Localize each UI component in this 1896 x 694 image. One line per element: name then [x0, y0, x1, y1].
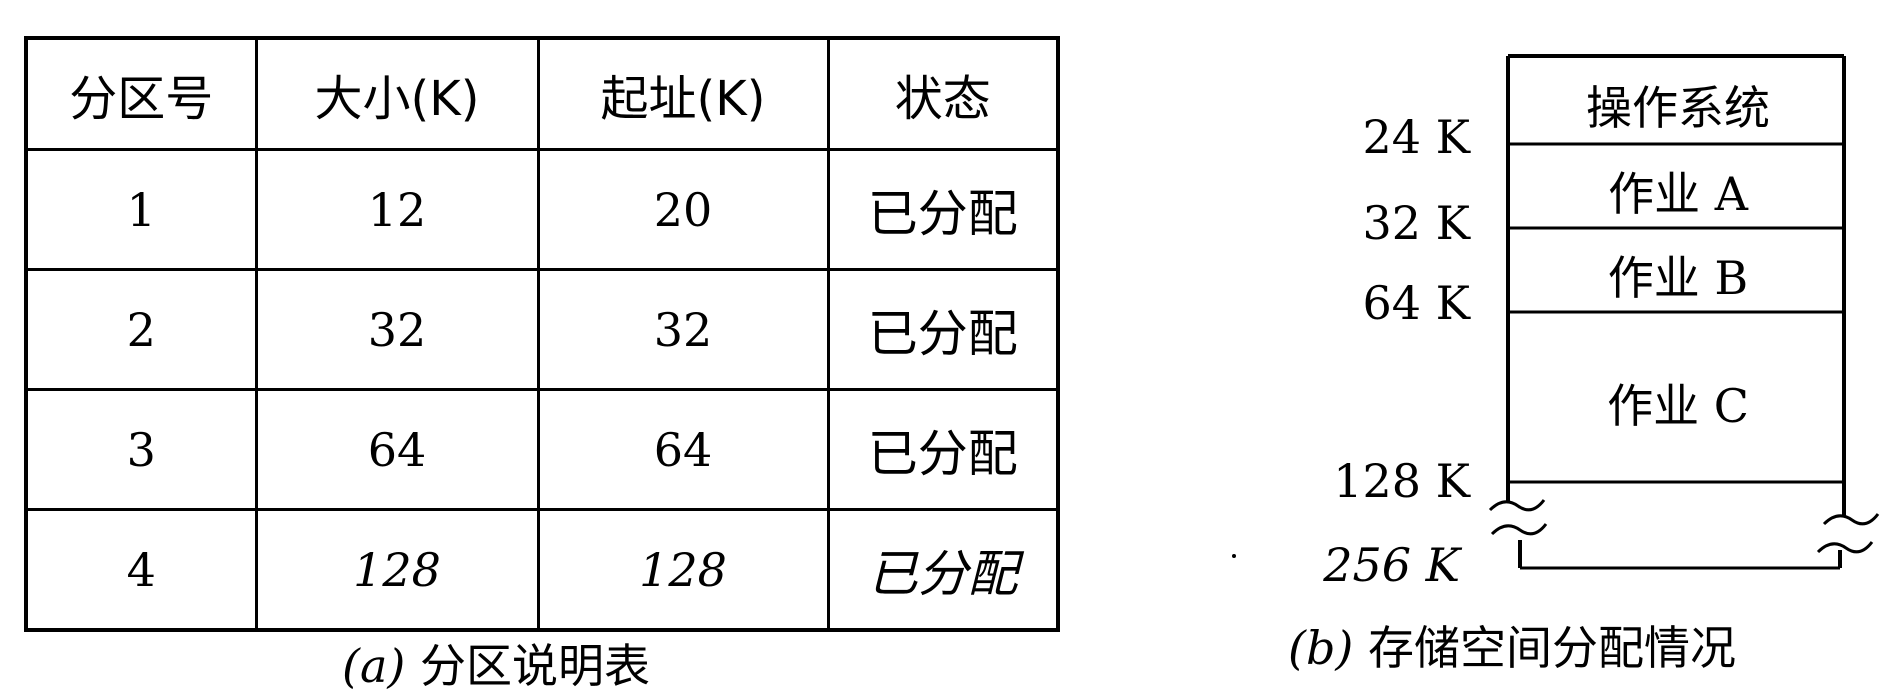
column-header-start: 起址(K): [536, 36, 830, 151]
cell-start: 20: [536, 148, 830, 271]
cell-start: 64: [536, 388, 830, 511]
cell-status: 已分配: [826, 148, 1060, 271]
table-caption: (a) 分区说明表: [342, 630, 650, 694]
block-job-c-suffix: C: [1713, 379, 1749, 433]
break-mark-left-lower: [1490, 523, 1548, 536]
block-os: 操作系统: [1508, 72, 1848, 138]
table-caption-text: 分区说明表: [419, 639, 650, 693]
table-caption-tag: (a): [342, 639, 406, 693]
block-job-b: 作业 B: [1508, 242, 1848, 308]
address-label: 24 K: [1362, 110, 1470, 164]
cell-size: 12: [254, 148, 540, 271]
cell-partition-no: 3: [24, 388, 258, 511]
stray-dot: [1232, 554, 1236, 558]
block-job-a-suffix: A: [1714, 167, 1748, 221]
table-row: 4 128 128 已分配: [24, 508, 1060, 632]
partition-table-wrapper: 分区号 大小(K) 起址(K) 状态 1 12 20 已分配 2 32 32 已: [24, 36, 1060, 632]
cell-size: 128: [254, 508, 540, 632]
block-job-a-label: 作业: [1608, 167, 1701, 221]
diagram-caption-tag: (b): [1288, 621, 1354, 675]
block-os-label: 操作系统: [1586, 81, 1770, 135]
cell-partition-no: 1: [24, 148, 258, 271]
block-job-c-label: 作业: [1607, 379, 1700, 433]
cell-start: 128: [536, 508, 830, 632]
cell-status: 已分配: [826, 508, 1060, 632]
table-row: 2 32 32 已分配: [24, 268, 1060, 391]
address-label: 256 K: [1323, 538, 1460, 592]
address-label: 128 K: [1333, 454, 1470, 508]
block-job-b-suffix: B: [1714, 251, 1749, 305]
column-header-size: 大小(K): [254, 36, 540, 151]
table-row: 3 64 64 已分配: [24, 388, 1060, 511]
diagram-caption: (b) 存储空间分配情况: [1288, 612, 1736, 678]
cell-partition-no: 4: [24, 508, 258, 632]
column-header-partition-no: 分区号: [24, 36, 258, 151]
break-mark-right-lower: [1816, 541, 1874, 554]
block-job-a: 作业 A: [1508, 158, 1848, 224]
column-header-status: 状态: [826, 36, 1060, 151]
cell-status: 已分配: [826, 268, 1060, 391]
cell-size: 32: [254, 268, 540, 391]
address-label: 64 K: [1362, 276, 1470, 330]
block-job-b-label: 作业: [1607, 251, 1700, 305]
cell-status: 已分配: [826, 388, 1060, 511]
partition-table: 分区号 大小(K) 起址(K) 状态 1 12 20 已分配 2 32 32 已: [24, 36, 1060, 632]
figure: 分区号 大小(K) 起址(K) 状态 1 12 20 已分配 2 32 32 已: [0, 0, 1896, 694]
break-mark-left-upper: [1488, 499, 1546, 512]
table-header-row: 分区号 大小(K) 起址(K) 状态: [24, 36, 1060, 151]
cell-start: 32: [536, 268, 830, 391]
cell-partition-no: 2: [24, 268, 258, 391]
table-row: 1 12 20 已分配: [24, 148, 1060, 271]
cell-size: 64: [254, 388, 540, 511]
break-mark-right-upper: [1822, 513, 1880, 526]
diagram-caption-text: 存储空间分配情况: [1367, 621, 1736, 675]
address-label: 32 K: [1362, 196, 1470, 250]
block-job-c: 作业 C: [1508, 370, 1848, 436]
